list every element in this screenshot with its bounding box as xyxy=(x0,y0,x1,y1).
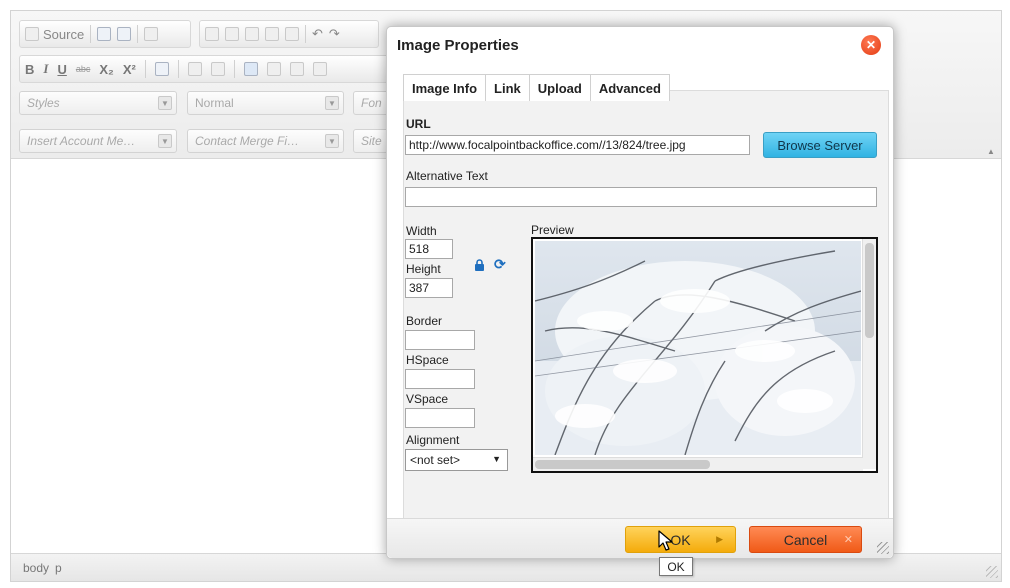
close-icon[interactable]: ✕ xyxy=(861,35,881,55)
cut-icon[interactable] xyxy=(205,27,219,41)
tab-panel: URL Browse Server Alternative Text Width… xyxy=(403,90,889,520)
url-input[interactable] xyxy=(405,135,750,155)
alt-text-label: Alternative Text xyxy=(406,169,488,183)
preview-image xyxy=(535,241,861,455)
paste-text-icon[interactable] xyxy=(265,27,279,41)
dialog-title: Image Properties xyxy=(397,37,519,54)
bulleted-list-icon[interactable] xyxy=(210,62,225,76)
align-center-icon[interactable] xyxy=(266,62,281,76)
border-input[interactable] xyxy=(405,330,475,350)
scrollbar-thumb[interactable] xyxy=(535,460,710,469)
chevron-down-icon: ▼ xyxy=(158,134,172,148)
preview-icon[interactable] xyxy=(97,27,112,41)
templates-icon[interactable] xyxy=(144,27,159,41)
tab-upload[interactable]: Upload xyxy=(529,74,591,101)
vspace-label: VSpace xyxy=(406,392,449,406)
hspace-label: HSpace xyxy=(406,353,449,367)
toolbar-group-document: Source xyxy=(19,20,191,48)
bold-button[interactable]: B xyxy=(25,62,34,77)
toolbar-separator xyxy=(233,60,235,78)
copy-icon[interactable] xyxy=(225,27,239,41)
preview-label: Preview xyxy=(531,223,574,237)
numbered-list-icon[interactable] xyxy=(187,62,202,76)
width-input[interactable] xyxy=(405,239,453,259)
resize-grip-icon[interactable] xyxy=(877,542,889,554)
toolbar-group-clipboard: ↶ ↷ xyxy=(199,20,379,48)
paste-word-icon[interactable] xyxy=(285,27,299,41)
reset-size-icon[interactable]: ⟳ xyxy=(494,257,508,271)
width-label: Width xyxy=(406,224,437,238)
tab-advanced[interactable]: Advanced xyxy=(590,74,670,101)
tooltip: OK xyxy=(659,557,693,576)
ok-button[interactable]: OK ▶ xyxy=(625,526,736,553)
superscript-button[interactable]: X² xyxy=(123,62,136,77)
border-label: Border xyxy=(406,314,443,328)
alt-text-input[interactable] xyxy=(405,187,877,207)
align-right-icon[interactable] xyxy=(289,62,304,76)
preview-vertical-scrollbar[interactable] xyxy=(862,239,876,469)
undo-icon[interactable]: ↶ xyxy=(312,26,323,42)
source-button[interactable]: Source xyxy=(25,27,84,42)
align-left-icon[interactable] xyxy=(243,62,258,76)
url-label: URL xyxy=(406,117,431,131)
dialog-tabs: Image Info Link Upload Advanced xyxy=(403,74,670,101)
chevron-down-icon: ▼ xyxy=(492,454,501,464)
preview-horizontal-scrollbar[interactable] xyxy=(533,457,863,471)
status-path-item[interactable]: body xyxy=(23,561,49,575)
paste-icon[interactable] xyxy=(245,27,259,41)
source-icon xyxy=(25,27,39,41)
close-icon: ✕ xyxy=(843,534,853,546)
italic-button[interactable]: I xyxy=(43,61,48,77)
image-preview xyxy=(531,237,878,473)
toolbar-separator xyxy=(137,25,139,43)
chevron-down-icon: ▼ xyxy=(325,134,339,148)
redo-icon[interactable]: ↷ xyxy=(329,26,340,42)
mouse-cursor-icon xyxy=(658,530,673,551)
chevron-down-icon: ▼ xyxy=(158,96,172,110)
subscript-button[interactable]: X₂ xyxy=(99,62,113,77)
print-icon[interactable] xyxy=(117,27,132,41)
arrow-right-icon: ▶ xyxy=(716,534,723,544)
toolbar-separator xyxy=(305,25,306,43)
image-info-panel: URL Browse Server Alternative Text Width… xyxy=(404,99,888,519)
lock-icon[interactable] xyxy=(474,259,485,271)
height-input[interactable] xyxy=(405,278,453,298)
dialog-footer: OK ▶ Cancel ✕ xyxy=(387,518,893,558)
contact-merge-combo[interactable]: Contact Merge Fi… ▼ xyxy=(187,129,344,153)
cancel-button[interactable]: Cancel ✕ xyxy=(749,526,862,553)
tab-link[interactable]: Link xyxy=(486,74,530,101)
image-properties-dialog: Image Properties ✕ URL Browse Server Alt… xyxy=(386,26,894,559)
account-merge-combo[interactable]: Insert Account Me… ▼ xyxy=(19,129,177,153)
remove-format-icon[interactable] xyxy=(154,62,169,76)
tab-image-info[interactable]: Image Info xyxy=(403,74,487,101)
toolbar-separator xyxy=(144,60,146,78)
resize-grip-icon[interactable] xyxy=(986,566,998,578)
toolbar-group-format: B I U abc X₂ X² xyxy=(19,55,389,83)
status-path-item[interactable]: p xyxy=(55,561,62,575)
alignment-select[interactable]: <not set> ▼ xyxy=(405,449,508,471)
hspace-input[interactable] xyxy=(405,369,475,389)
strike-button[interactable]: abc xyxy=(76,64,91,74)
toolbar-separator xyxy=(90,25,92,43)
underline-button[interactable]: U xyxy=(57,62,66,77)
scrollbar-thumb[interactable] xyxy=(865,243,874,338)
scroll-up-icon[interactable]: ▲ xyxy=(987,147,997,157)
format-combo[interactable]: Normal ▼ xyxy=(187,91,344,115)
align-justify-icon[interactable] xyxy=(312,62,327,76)
alignment-label: Alignment xyxy=(406,433,460,447)
chevron-down-icon: ▼ xyxy=(325,96,339,110)
vspace-input[interactable] xyxy=(405,408,475,428)
height-label: Height xyxy=(406,262,441,276)
styles-combo[interactable]: Styles ▼ xyxy=(19,91,177,115)
toolbar-separator xyxy=(177,60,179,78)
browse-server-button[interactable]: Browse Server xyxy=(763,132,877,158)
